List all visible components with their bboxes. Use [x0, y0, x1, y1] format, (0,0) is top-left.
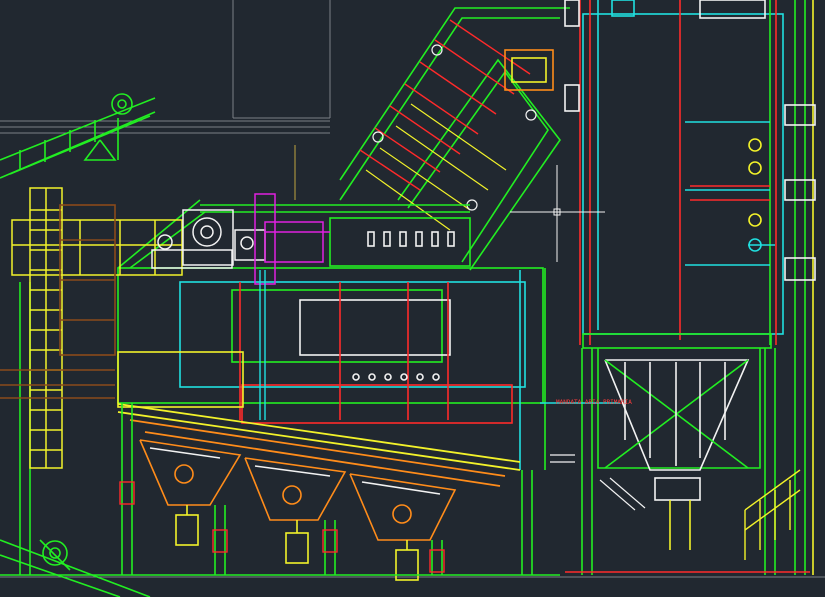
primary-air-label: MANDATA ARIA PRIMARIA	[556, 399, 632, 406]
cad-drawing-canvas[interactable]: MANDATA ARIA PRIMARIA	[0, 0, 825, 597]
